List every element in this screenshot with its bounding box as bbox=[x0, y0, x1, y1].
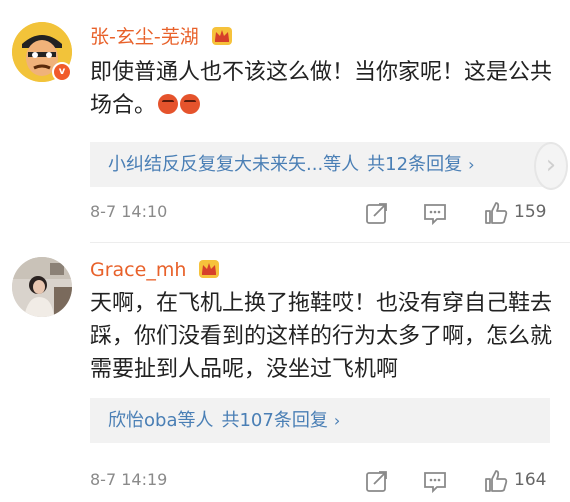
username[interactable]: 张-玄尘-芜湖 bbox=[90, 22, 233, 51]
replies-names: 小纠结反反复复大未来矢...等人 bbox=[108, 154, 360, 175]
comment-item: Grace_mh 天啊，在飞机上换了拖鞋哎！也没有穿自己鞋去踩，你们没看到的这样… bbox=[0, 243, 570, 502]
scroll-arrow-button[interactable]: › bbox=[534, 142, 568, 190]
chevron-right-icon: › bbox=[333, 411, 341, 430]
comment-icon[interactable] bbox=[422, 200, 448, 226]
share-icon[interactable] bbox=[364, 200, 390, 226]
avatar[interactable] bbox=[12, 257, 72, 317]
timestamp: 8-7 14:10 bbox=[90, 202, 168, 221]
timestamp: 8-7 14:19 bbox=[90, 470, 168, 489]
username-text[interactable]: Grace_mh bbox=[90, 259, 186, 281]
comment-item: v 张-玄尘-芜湖 即使普通人也不该这么做！当你家呢！这是公共场合。 小纠结反反… bbox=[0, 0, 570, 243]
replies-summary[interactable]: 小纠结反反复复大未来矢...等人 共12条回复 › bbox=[90, 142, 550, 187]
share-icon[interactable] bbox=[364, 468, 390, 494]
replies-count: 共12条回复 bbox=[367, 154, 463, 175]
crown-icon bbox=[211, 26, 233, 51]
replies-summary[interactable]: 欣怡oba等人 共107条回复 › bbox=[90, 398, 550, 443]
comment-content: 天啊，在飞机上换了拖鞋哎！也没有穿自己鞋去踩，你们没看到的这样的行为太多了啊，怎… bbox=[90, 287, 554, 386]
username[interactable]: Grace_mh bbox=[90, 259, 220, 284]
like-icon[interactable] bbox=[483, 468, 509, 494]
comment-meta: 8-7 14:10 159 bbox=[90, 198, 570, 228]
comment-meta: 8-7 14:19 164 bbox=[90, 466, 570, 496]
angry-face-emoji bbox=[158, 94, 179, 114]
like-count: 159 bbox=[514, 202, 547, 222]
replies-names: 欣怡oba等人 bbox=[108, 410, 214, 431]
replies-count: 共107条回复 bbox=[221, 410, 328, 431]
like-icon[interactable] bbox=[483, 200, 509, 226]
crown-icon bbox=[198, 259, 220, 284]
verified-badge-icon: v bbox=[52, 62, 72, 82]
comment-content: 即使普通人也不该这么做！当你家呢！这是公共场合。 bbox=[90, 56, 554, 122]
comment-icon[interactable] bbox=[422, 468, 448, 494]
like-count: 164 bbox=[514, 470, 547, 490]
chevron-right-icon: › bbox=[468, 155, 475, 174]
username-text[interactable]: 张-玄尘-芜湖 bbox=[90, 26, 199, 48]
comment-text: 天啊，在飞机上换了拖鞋哎！也没有穿自己鞋去踩，你们没看到的这样的行为太多了啊，怎… bbox=[90, 291, 553, 382]
angry-face-emoji bbox=[180, 94, 201, 114]
